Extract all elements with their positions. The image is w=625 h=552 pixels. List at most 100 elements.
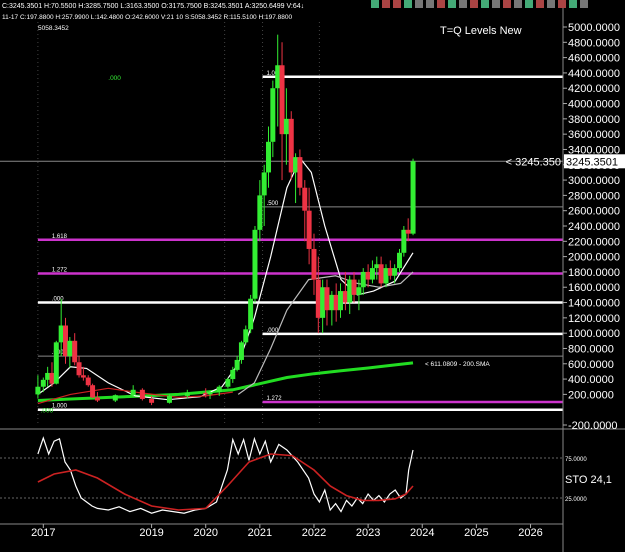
candle-body bbox=[338, 291, 344, 311]
toolbar-button-icon[interactable] bbox=[415, 0, 423, 8]
toolbar-button-icon[interactable] bbox=[371, 0, 379, 8]
candle-body bbox=[279, 65, 285, 135]
toolbar-button-icon[interactable] bbox=[536, 0, 544, 8]
chart-canvas: 1.000.5001.6181.272.000.000.5001.2721.00… bbox=[0, 0, 625, 552]
y-tick-label: 1600.0000 bbox=[568, 282, 620, 294]
candle-body bbox=[207, 392, 213, 395]
sto-title: STO 24,1 bbox=[565, 474, 612, 486]
candle-body bbox=[80, 375, 86, 378]
candle-body bbox=[90, 385, 96, 398]
toolbar-button-icon[interactable] bbox=[525, 0, 533, 8]
toolbar-button-icon[interactable] bbox=[514, 0, 522, 8]
x-tick-label: 2020 bbox=[193, 527, 217, 539]
toolbar-button-icon[interactable] bbox=[459, 0, 467, 8]
candle-body bbox=[293, 157, 299, 173]
toolbar-button-icon[interactable] bbox=[448, 0, 456, 8]
candle-body bbox=[40, 379, 46, 387]
candle-body bbox=[35, 386, 41, 395]
candle-body bbox=[333, 294, 339, 311]
candle-body bbox=[139, 389, 145, 399]
y-tick-label: 3800.0000 bbox=[568, 114, 620, 126]
candle-body bbox=[324, 287, 330, 311]
level-label: 1.272 bbox=[52, 267, 68, 273]
candle-body bbox=[306, 210, 312, 249]
y-tick-label: 4400.0000 bbox=[568, 68, 620, 80]
candle-body bbox=[329, 294, 335, 311]
x-tick-label: 2017 bbox=[31, 527, 55, 539]
toolbar-button-icon[interactable] bbox=[580, 0, 588, 8]
candle-body bbox=[230, 369, 236, 380]
toolbar-button-icon[interactable] bbox=[492, 0, 500, 8]
toolbar-button-icon[interactable] bbox=[481, 0, 489, 8]
level-label: 1.618 bbox=[52, 234, 68, 240]
last-price-label: 3245.3501 bbox=[566, 156, 618, 168]
y-tick-label: 1800.0000 bbox=[568, 267, 620, 279]
level-label: .000 bbox=[52, 297, 64, 303]
y-tick-label: 2000.0000 bbox=[568, 252, 620, 264]
candle-body bbox=[347, 279, 353, 303]
candle-body bbox=[351, 279, 357, 295]
toolbar-button-icon[interactable] bbox=[547, 0, 555, 8]
y-tick-label: 800.0000 bbox=[568, 343, 614, 355]
candle-body bbox=[184, 392, 190, 396]
candle-body bbox=[94, 397, 100, 401]
toolbar-button-icon[interactable] bbox=[404, 0, 412, 8]
candle-body bbox=[320, 287, 326, 318]
candle-body bbox=[72, 340, 78, 363]
last-price-marker: < 3245.350 bbox=[506, 156, 561, 168]
toolbar-button-icon[interactable] bbox=[503, 0, 511, 8]
candle-body bbox=[266, 141, 272, 173]
candle-body bbox=[387, 268, 393, 276]
candle-body bbox=[378, 264, 384, 284]
annotation: .000 bbox=[108, 75, 121, 82]
y-tick-label: 2800.0000 bbox=[568, 190, 620, 202]
y-tick-label: 5000.0000 bbox=[568, 22, 620, 34]
chart-title: T=Q Levels New bbox=[440, 25, 522, 37]
annotation: .000 bbox=[41, 408, 54, 415]
candle-body bbox=[288, 118, 294, 173]
toolbar-button-icon[interactable] bbox=[426, 0, 434, 8]
candle-body bbox=[297, 157, 303, 188]
x-tick-label: 2026 bbox=[518, 527, 542, 539]
candle-body bbox=[85, 377, 91, 386]
candle-body bbox=[261, 172, 267, 196]
candle-body bbox=[315, 279, 321, 318]
x-tick-label: 2022 bbox=[302, 527, 326, 539]
y-tick-label: 4000.0000 bbox=[568, 99, 620, 111]
candle-body bbox=[130, 389, 136, 396]
toolbar-button-icon[interactable] bbox=[558, 0, 566, 8]
candle-body bbox=[369, 268, 375, 280]
y-tick-label: 2200.0000 bbox=[568, 236, 620, 248]
candle-body bbox=[302, 187, 308, 211]
sto-level-label: 75.0000 bbox=[565, 457, 587, 463]
candle-body bbox=[383, 268, 389, 284]
candle-body bbox=[311, 248, 317, 280]
toolbar-button-icon[interactable] bbox=[382, 0, 390, 8]
candle-body bbox=[360, 271, 366, 288]
candle-body bbox=[405, 229, 411, 234]
annotation: < 611.0809 - 200.SMA bbox=[425, 361, 490, 368]
candle-body bbox=[58, 325, 64, 343]
toolbar-button-icon[interactable] bbox=[437, 0, 445, 8]
candle-body bbox=[112, 395, 118, 401]
inner-label: 5058.3452 bbox=[38, 25, 69, 32]
candle-body bbox=[283, 118, 289, 135]
toolbar-button-icon[interactable] bbox=[569, 0, 577, 8]
y-tick-label: 4800.0000 bbox=[568, 37, 620, 49]
toolbar-button-icon[interactable] bbox=[470, 0, 478, 8]
y-tick-label: 3600.0000 bbox=[568, 129, 620, 141]
candle-body bbox=[216, 386, 222, 393]
candle-body bbox=[270, 88, 276, 142]
candle-body bbox=[397, 252, 403, 269]
candle-body bbox=[49, 372, 55, 384]
header-indicator: 11-17 C:197.8800 H:257.9900 L:142.4800 O… bbox=[2, 14, 292, 21]
toolbar-icons bbox=[371, 0, 625, 9]
candle-body bbox=[401, 229, 407, 253]
level-label: 1.000 bbox=[52, 404, 68, 410]
toolbar-button-icon[interactable] bbox=[393, 0, 401, 8]
candle-body bbox=[166, 395, 172, 403]
x-tick-label: 2024 bbox=[410, 527, 434, 539]
candle-body bbox=[410, 161, 416, 234]
y-tick-label: 200.0000 bbox=[568, 389, 614, 401]
y-tick-label: 1200.0000 bbox=[568, 313, 620, 325]
